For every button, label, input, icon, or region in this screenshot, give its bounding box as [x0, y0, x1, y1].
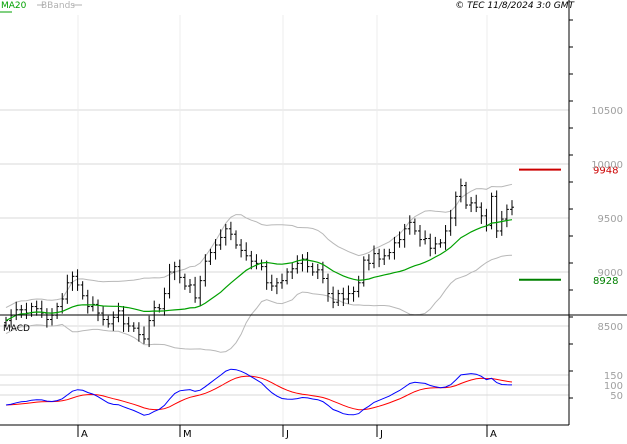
month-label: A [490, 429, 497, 440]
macd-tick-label: 50 [610, 391, 623, 402]
price-tick-label: 9500 [598, 214, 623, 225]
price-tick-label: 10500 [591, 106, 623, 117]
price-tick-label: 10000 [591, 160, 623, 171]
chart-root: 9948 8928 10500 10000 9500 9000 8500 A M J J A 150 1… [0, 0, 627, 440]
month-label: J [285, 429, 289, 440]
chart-background [0, 0, 627, 440]
price-tick-label: 8500 [598, 322, 623, 333]
price-tick-label: 9000 [598, 268, 623, 279]
copyright-label: © TEC 11/8/2024 3:0 GMT [455, 1, 575, 11]
macd-panel-title: MACD [3, 324, 30, 334]
ma20-legend-label: MA20 [1, 1, 27, 11]
chart-svg: 99488928 1050010000950090008500A M J J A1501… [0, 0, 627, 440]
bbands-legend-label: BBands [41, 1, 75, 11]
month-label: M [183, 429, 192, 440]
month-label: A [81, 429, 88, 440]
month-label: J [379, 429, 383, 440]
